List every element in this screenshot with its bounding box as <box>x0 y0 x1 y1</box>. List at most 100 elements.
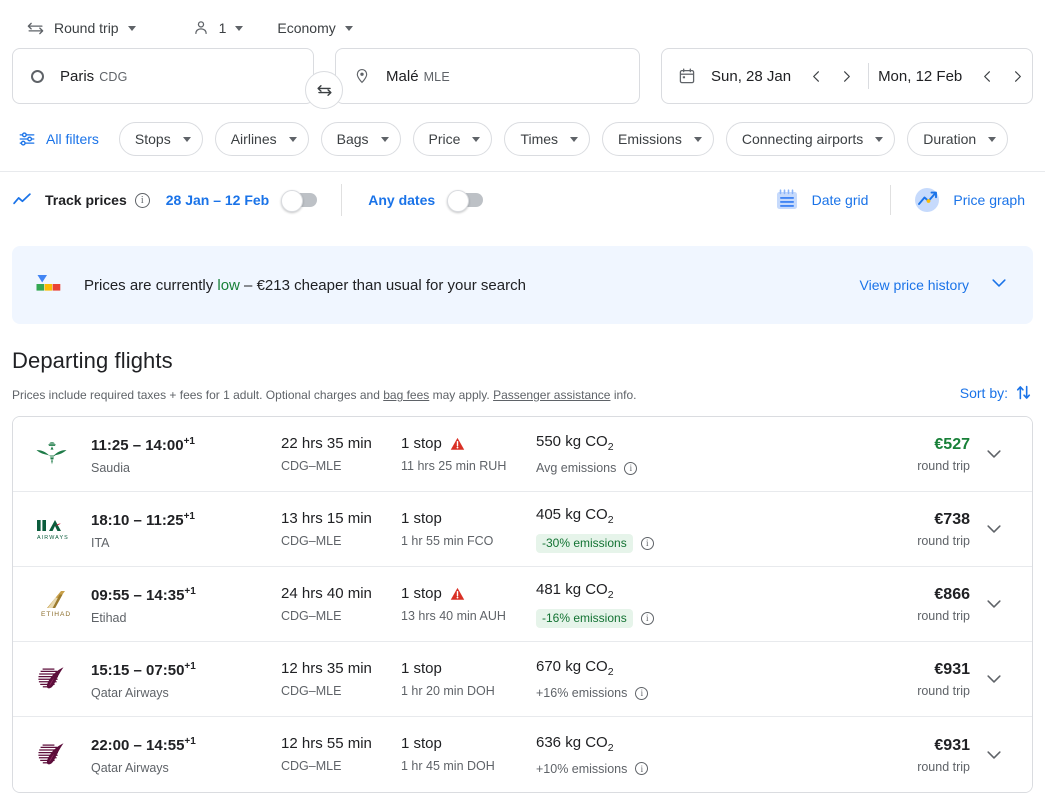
expand-flight-button[interactable] <box>970 444 1018 464</box>
info-icon[interactable]: i <box>635 762 649 775</box>
filter-chip-price[interactable]: Price <box>412 122 493 156</box>
flight-emissions-cell: 405 kg CO2 -30% emissions i <box>536 506 850 553</box>
filter-chip-airlines[interactable]: Airlines <box>214 122 309 156</box>
flight-times: 15:15 – 07:50 <box>91 661 185 679</box>
cabin-class-selector[interactable]: Economy <box>271 13 358 43</box>
track-prices-toggle[interactable] <box>281 190 318 212</box>
flight-price-cell: €527 round trip <box>850 435 970 473</box>
stops-count: 1 stop <box>401 509 442 527</box>
chevron-down-icon <box>570 136 579 142</box>
flight-stops-cell: 1 stop 11 hrs 25 min RUH <box>401 435 536 474</box>
saudia-logo <box>36 442 67 465</box>
next-day-indicator: +1 <box>183 510 195 522</box>
trip-type-selector[interactable]: Round trip <box>20 13 142 43</box>
search-bar: Paris CDG Malé MLE Sun, 28 Jan Mon, 12 F… <box>0 42 1045 109</box>
flight-times-cell: 22:00 – 14:55+1 Qatar Airways <box>91 733 281 776</box>
flight-price-cell: €738 round trip <box>850 510 970 548</box>
airline-name: Etihad <box>91 610 127 625</box>
info-icon[interactable]: i <box>134 192 150 208</box>
chevron-left-icon <box>812 70 819 82</box>
flight-duration: 13 hrs 15 min <box>281 509 372 527</box>
passengers-selector[interactable]: 1 <box>186 13 250 43</box>
filter-chip-times[interactable]: Times <box>504 122 591 156</box>
any-dates-toggle[interactable] <box>447 190 484 212</box>
banner-text-before: Prices are currently <box>84 276 218 294</box>
flight-emissions-cell: 670 kg CO2 +16% emissions i <box>536 658 850 700</box>
chip-label: Airlines <box>230 131 277 147</box>
filter-chip-emissions[interactable]: Emissions <box>602 122 714 156</box>
info-icon[interactable]: i <box>624 461 638 475</box>
date-grid-button[interactable]: Date grid <box>768 187 875 213</box>
info-icon[interactable]: i <box>640 536 654 550</box>
swap-airports-button[interactable] <box>305 71 343 109</box>
info-icon[interactable]: i <box>640 611 654 625</box>
chevron-down-icon <box>987 750 1001 759</box>
stops-count: 1 stop <box>401 584 442 602</box>
dates-field[interactable]: Sun, 28 Jan Mon, 12 Feb <box>661 48 1033 104</box>
expand-flight-button[interactable] <box>970 745 1018 765</box>
filter-chip-connecting-airports[interactable]: Connecting airports <box>725 122 896 156</box>
airline-logo-cell: ETIHAD <box>35 589 91 619</box>
person-icon <box>194 21 207 35</box>
destination-field[interactable]: Malé MLE <box>335 48 640 104</box>
origin-field[interactable]: Paris CDG <box>12 48 315 104</box>
filter-chip-bags[interactable]: Bags <box>320 122 401 156</box>
emissions-label: Avg emissions <box>536 461 617 475</box>
layover-info: 1 hr 20 min DOH <box>401 683 495 698</box>
table-row[interactable]: 22:00 – 14:55+1 Qatar Airways 12 hrs 55 … <box>13 717 1032 792</box>
co2-subscript: 2 <box>607 666 614 678</box>
return-date-prev-button[interactable] <box>974 63 1000 89</box>
price-note: round trip <box>917 459 970 473</box>
table-row[interactable]: ETIHAD 09:55 – 14:35+1 Etihad 24 hrs 40 … <box>13 567 1032 642</box>
flight-emissions-cell: 481 kg CO2 -16% emissions i <box>536 581 850 628</box>
expand-flight-button[interactable] <box>970 594 1018 614</box>
chevron-down-icon <box>235 25 244 31</box>
origin-text: Paris CDG <box>60 68 128 85</box>
chevron-down-icon <box>380 136 389 142</box>
all-filters-button[interactable]: All filters <box>12 123 107 155</box>
depart-date-text: Sun, 28 Jan <box>711 67 792 85</box>
stops-count: 1 stop <box>401 659 442 677</box>
sort-by-button[interactable]: Sort by: <box>960 383 1033 402</box>
passenger-assistance-link[interactable]: Passenger assistance <box>493 388 610 402</box>
sort-arrows-icon <box>1016 385 1031 400</box>
co2-subscript: 2 <box>607 513 614 526</box>
flight-times: 22:00 – 14:55 <box>91 737 185 754</box>
price-graph-button[interactable]: Price graph <box>907 186 1031 214</box>
table-row[interactable]: 11:25 – 14:00+1 Saudia 22 hrs 35 min CDG… <box>13 417 1032 492</box>
flight-duration-cell: 24 hrs 40 min CDG–MLE <box>281 585 401 624</box>
layover-info: 13 hrs 40 min AUH <box>401 608 506 623</box>
emissions-badge: -16% emissions <box>536 608 633 628</box>
flight-duration: 12 hrs 35 min <box>281 659 372 677</box>
flight-price-cell: €931 round trip <box>850 660 970 698</box>
bag-fees-link[interactable]: bag fees <box>383 388 429 402</box>
filter-chip-duration[interactable]: Duration <box>907 122 1009 156</box>
filter-chip-stops[interactable]: Stops <box>118 122 203 156</box>
chip-label: Duration <box>923 131 977 147</box>
filter-bar: All filters Stops Airlines Bags Price Ti… <box>0 104 1045 156</box>
flight-duration-cell: 13 hrs 15 min CDG–MLE <box>281 510 401 549</box>
return-date-next-button[interactable] <box>1004 63 1030 89</box>
view-price-history-link[interactable]: View price history <box>860 277 969 293</box>
price-note: round trip <box>917 684 970 698</box>
tune-icon <box>19 132 35 146</box>
info-icon[interactable]: i <box>635 686 649 700</box>
depart-date-prev-button[interactable] <box>803 63 829 89</box>
co2-amount: 636 kg CO <box>536 733 608 751</box>
flight-route: CDG–MLE <box>281 458 342 473</box>
passengers-count: 1 <box>218 20 227 36</box>
expand-flight-button[interactable] <box>970 519 1018 539</box>
chevron-down-icon <box>992 278 1006 287</box>
date-grid-label: Date grid <box>811 192 869 208</box>
table-row[interactable]: 15:15 – 07:50+1 Qatar Airways 12 hrs 35 … <box>13 642 1032 717</box>
track-date-range-label[interactable]: 28 Jan – 12 Feb <box>166 192 270 208</box>
flight-price: €527 <box>934 436 970 453</box>
emissions-label: +10% emissions <box>536 761 628 776</box>
expand-price-history-button[interactable] <box>989 273 1009 298</box>
table-row[interactable]: AIRWAYS 18:10 – 11:25+1 ITA 13 hrs 15 mi… <box>13 492 1032 567</box>
depart-date-next-button[interactable] <box>833 63 859 89</box>
origin-city: Paris <box>60 67 95 85</box>
expand-flight-button[interactable] <box>970 669 1018 689</box>
co2-amount: 405 kg CO <box>536 505 608 523</box>
any-dates-label[interactable]: Any dates <box>368 192 435 208</box>
